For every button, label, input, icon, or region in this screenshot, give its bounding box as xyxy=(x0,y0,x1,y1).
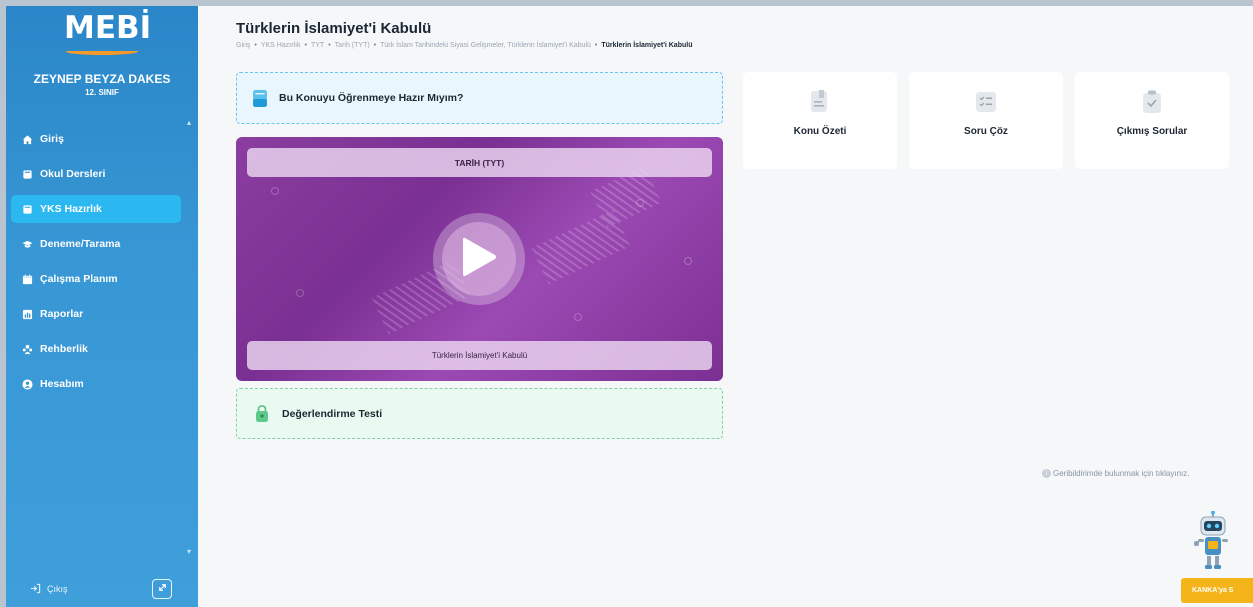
sidebar-item-label: YKS Hazırlık xyxy=(40,203,102,215)
breadcrumb-item-tarih[interactable]: Tarih (TYT) xyxy=(335,42,370,49)
sidebar-item-hesabim[interactable]: Hesabım xyxy=(11,370,181,398)
video-course-label: TARİH (TYT) xyxy=(247,148,712,177)
expand-icon xyxy=(157,580,168,598)
logout-label: Çıkış xyxy=(47,583,68,594)
sidebar-item-giris[interactable]: Giriş xyxy=(11,125,181,153)
logo-text: MEBİ xyxy=(64,10,152,46)
sidebar-item-label: Giriş xyxy=(40,133,64,145)
sidebar-item-label: Deneme/Tarama xyxy=(40,238,121,250)
home-icon xyxy=(22,134,33,145)
play-button[interactable] xyxy=(433,213,525,305)
kanka-robot-avatar[interactable] xyxy=(1193,510,1233,579)
page-title: Türklerin İslamiyet'i Kabulü xyxy=(236,20,432,37)
user-name: ZEYNEP BEYZA DAKES xyxy=(33,72,171,86)
lock-icon xyxy=(255,405,269,422)
book-icon xyxy=(22,204,33,215)
breadcrumb-item-current: Türklerin İslamiyet'i Kabulü xyxy=(601,42,693,49)
sidebar-item-calisma-planim[interactable]: Çalışma Planım xyxy=(11,265,181,293)
sidebar-item-deneme-tarama[interactable]: Deneme/Tarama xyxy=(11,230,181,258)
play-icon xyxy=(459,235,499,284)
logout-icon xyxy=(30,583,41,594)
book-icon xyxy=(253,89,267,107)
sidebar: MEBİ ZEYNEP BEYZA DAKES 12. SINIF ▴ Giri… xyxy=(6,6,198,607)
sidebar-item-raporlar[interactable]: Raporlar xyxy=(11,300,181,328)
sidebar-item-rehberlik[interactable]: Rehberlik xyxy=(11,335,181,363)
breadcrumb-item-unit[interactable]: Türk İslam Tarihindeki Siyasi Gelişmeler… xyxy=(380,42,591,49)
card-cikmis-sorular[interactable]: Çıkmış Sorular xyxy=(1075,72,1229,169)
assessment-test-button[interactable]: Değerlendirme Testi xyxy=(236,388,723,439)
card-konu-ozeti[interactable]: Konu Özeti xyxy=(743,72,897,169)
sidebar-item-label: Okul Dersleri xyxy=(40,168,106,180)
scroll-down-mark: ▾ xyxy=(187,547,192,556)
user-circle-icon xyxy=(22,378,33,390)
card-label: Konu Özeti xyxy=(793,126,847,137)
card-label: Çıkmış Sorular xyxy=(1116,126,1188,137)
book-icon xyxy=(22,169,33,180)
sidebar-item-okul-dersleri[interactable]: Okul Dersleri xyxy=(11,160,181,188)
chart-icon xyxy=(22,309,33,320)
ask-kanka-button[interactable]: KANKA'ya S xyxy=(1181,578,1253,603)
user-class: 12. SINIF xyxy=(85,88,119,97)
sidebar-item-label: Rehberlik xyxy=(40,343,88,355)
card-label: Soru Çöz xyxy=(964,126,1008,137)
app-window: MEBİ ZEYNEP BEYZA DAKES 12. SINIF ▴ Giri… xyxy=(6,6,1253,607)
logout-button[interactable]: Çıkış xyxy=(30,583,68,594)
feedback-link[interactable]: i Geribildirimde bulunmak için tıklayını… xyxy=(1042,469,1190,478)
info-icon: i xyxy=(1042,469,1051,478)
graduation-cap-icon xyxy=(22,239,33,250)
sidebar-item-label: Hesabım xyxy=(40,378,84,390)
breadcrumb: Giriş • YKS Hazırlık • TYT • Tarih (TYT)… xyxy=(236,42,693,49)
sidebar-item-yks-hazirlik[interactable]: YKS Hazırlık xyxy=(11,195,181,223)
expand-button[interactable] xyxy=(152,579,172,599)
video-player[interactable]: TARİH (TYT) Türklerin İslamiyet'i Kabulü xyxy=(236,137,723,381)
video-topic-label: Türklerin İslamiyet'i Kabulü xyxy=(247,341,712,370)
breadcrumb-item-yks[interactable]: YKS Hazırlık xyxy=(261,42,301,49)
breadcrumb-item-giris[interactable]: Giriş xyxy=(236,42,250,49)
sidebar-item-label: Raporlar xyxy=(40,308,84,320)
checklist-icon xyxy=(975,90,997,114)
breadcrumb-item-tyt[interactable]: TYT xyxy=(311,42,324,49)
users-icon xyxy=(22,344,33,355)
mebi-logo[interactable]: MEBİ xyxy=(64,10,151,56)
document-icon xyxy=(809,90,831,114)
feedback-text: Geribildirimde bulunmak için tıklayınız. xyxy=(1053,469,1190,478)
sidebar-item-label: Çalışma Planım xyxy=(40,273,118,285)
calendar-icon xyxy=(22,274,33,285)
assessment-label: Değerlendirme Testi xyxy=(282,407,383,420)
card-soru-coz[interactable]: Soru Çöz xyxy=(909,72,1063,169)
clipboard-check-icon xyxy=(1141,90,1163,114)
readiness-label: Bu Konuyu Öğrenmeye Hazır Mıyım? xyxy=(279,92,464,104)
sidebar-nav: Giriş Okul Dersleri YKS Hazırlık Deneme/… xyxy=(11,125,181,405)
scroll-up-mark: ▴ xyxy=(187,118,192,127)
logo-swoosh xyxy=(66,48,138,55)
readiness-check-button[interactable]: Bu Konuyu Öğrenmeye Hazır Mıyım? xyxy=(236,72,723,124)
